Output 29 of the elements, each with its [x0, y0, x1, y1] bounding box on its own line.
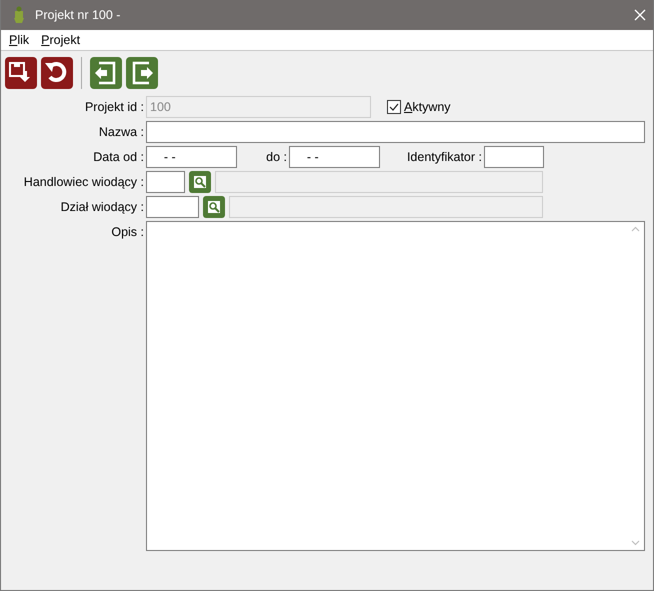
next-button[interactable]: [126, 57, 158, 89]
menu-item[interactable]: Plik: [3, 33, 36, 47]
previous-button[interactable]: [90, 57, 122, 89]
search-icon: [193, 175, 207, 189]
checkbox[interactable]: [387, 100, 401, 114]
field-label: Opis :: [110, 224, 144, 239]
field-label: Data od :: [92, 150, 144, 164]
field-label: Nazwa :: [98, 125, 144, 139]
field-label: Dział wiodący :: [60, 200, 144, 214]
save-button[interactable]: [5, 57, 37, 89]
close-icon[interactable]: [633, 8, 647, 22]
search-button[interactable]: [203, 196, 225, 218]
name-field[interactable]: [146, 121, 645, 143]
date-field[interactable]: - -: [289, 146, 380, 168]
field-label: Identyfikator :: [406, 150, 482, 164]
search-icon: [207, 200, 221, 214]
undo-button[interactable]: [41, 57, 73, 89]
search-button[interactable]: [189, 171, 211, 193]
menu-item[interactable]: Projekt: [35, 33, 86, 47]
checkbox-label: Aktywny: [404, 100, 451, 114]
field-label: Handlowiec wiodący :: [22, 175, 144, 189]
window-title: Projekt nr 100 -: [35, 8, 122, 22]
identifier-field[interactable]: [484, 146, 544, 168]
field-label: do :: [265, 150, 287, 164]
code-field[interactable]: [146, 171, 185, 193]
field-label: Projekt id :: [84, 100, 144, 114]
code-field[interactable]: [146, 196, 199, 218]
date-field[interactable]: - -: [146, 146, 237, 168]
app-icon: [11, 6, 27, 24]
